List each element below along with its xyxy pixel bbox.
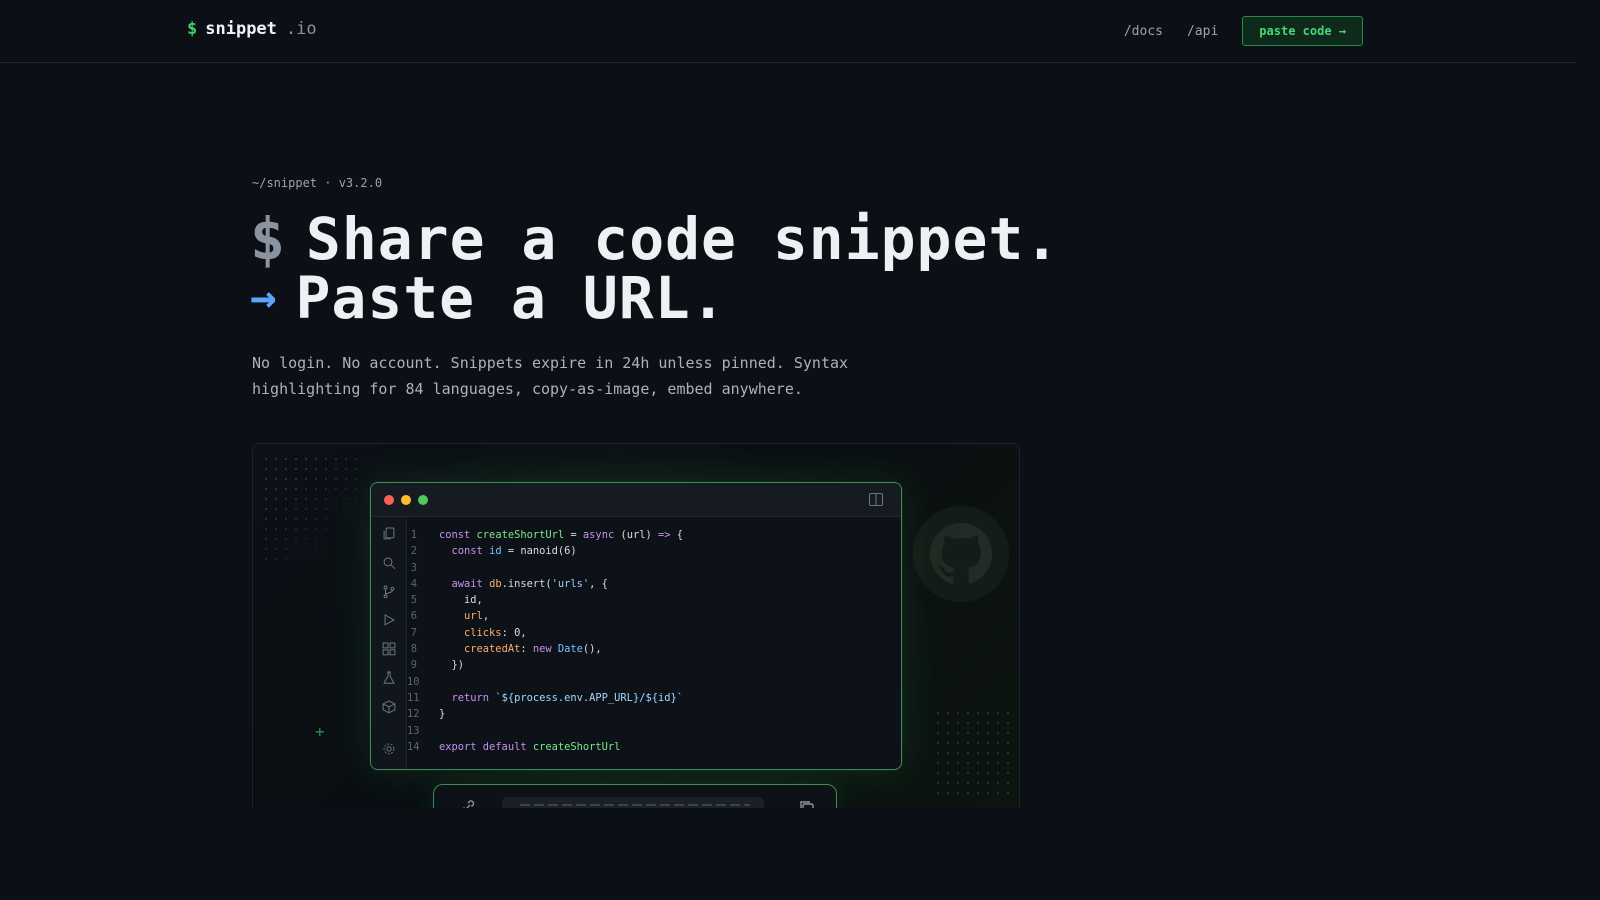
code-text: url, — [464, 610, 490, 623]
primary-nav: /docs /api paste code → — [1124, 16, 1363, 46]
headline-text-2: Paste a URL. — [295, 264, 727, 332]
git-branch-icon[interactable] — [382, 584, 396, 599]
github-icon — [913, 506, 1009, 602]
window-minimize-dot[interactable] — [401, 495, 411, 505]
code-line: 1 const createShortUrl = async (url) => { — [407, 527, 901, 543]
line-number: 1 — [410, 529, 417, 541]
brand-name: snippet — [205, 19, 277, 39]
code-line: 14 export default createShortUrl — [407, 739, 901, 755]
line-number: 13 — [407, 724, 420, 737]
files-icon[interactable] — [382, 527, 396, 541]
top-nav-bar: $ snippet .io /docs /api paste code → — [0, 0, 1576, 63]
nav-link-api[interactable]: /api — [1187, 24, 1218, 39]
code-line: 5 id, — [407, 592, 901, 608]
arrow-symbol: → — [250, 272, 278, 323]
package-icon[interactable] — [382, 699, 396, 714]
code-editor-window: 1 const createShortUrl = async (url) => {… — [370, 482, 902, 770]
code-text: export default createShortUrl — [439, 740, 621, 753]
headline-text-1: Share a code snippet. — [305, 205, 1061, 273]
version-kicker: ~/snippet · v3.2.0 — [252, 176, 383, 190]
search-icon[interactable] — [382, 556, 396, 570]
dot-pattern-decoration — [933, 708, 1013, 798]
window-maximize-dot[interactable] — [418, 495, 428, 505]
code-line: 12} — [407, 706, 901, 722]
flask-icon[interactable] — [382, 671, 396, 685]
extensions-icon[interactable] — [382, 642, 396, 656]
code-line: 4 await db.insert('urls', { — [407, 576, 901, 592]
url-output-bar — [433, 784, 837, 808]
code-text: await db.insert('urls', { — [451, 577, 608, 590]
line-number: 3 — [410, 561, 417, 574]
code-line: 13 — [407, 723, 901, 739]
headline-line-1: $ Share a code snippet. — [250, 210, 1060, 268]
prompt-symbol: $ — [250, 205, 286, 273]
gear-icon[interactable] — [382, 742, 396, 756]
editor-activity-bar — [371, 517, 407, 769]
code-line: 9 }) — [407, 657, 901, 673]
code-line: 10 — [407, 674, 901, 690]
window-close-dot[interactable] — [384, 495, 394, 505]
product-preview: + 1 const createShortUrl = async (url) =… — [252, 443, 1020, 808]
line-number: 6 — [410, 610, 417, 623]
brand-tld: .io — [285, 19, 317, 39]
line-number: 10 — [407, 675, 420, 688]
code-text: return `${process.env.APP_URL}/${id}` — [451, 691, 683, 704]
code-text: clicks: 0, — [464, 626, 527, 639]
code-text: const createShortUrl = async (url) => { — [439, 529, 684, 541]
nav-link-docs[interactable]: /docs — [1124, 24, 1163, 39]
link-icon — [463, 800, 475, 808]
code-text: } — [439, 708, 446, 721]
paste-code-button[interactable]: paste code → — [1242, 16, 1363, 46]
headline-line-2: → Paste a URL. — [250, 269, 727, 327]
line-number: 4 — [410, 577, 417, 590]
line-number: 8 — [410, 643, 417, 656]
code-line: 11 return `${process.env.APP_URL}/${id}` — [407, 690, 901, 706]
line-number: 9 — [410, 659, 417, 672]
line-number: 7 — [410, 626, 417, 639]
editor-titlebar — [371, 483, 901, 517]
run-icon[interactable] — [382, 613, 396, 627]
code-text: }) — [439, 659, 465, 672]
line-number: 12 — [407, 708, 420, 721]
line-number: 5 — [410, 594, 417, 607]
code-listing: 1 const createShortUrl = async (url) => {… — [407, 517, 901, 769]
dot-pattern-decoration — [261, 454, 361, 564]
code-text: const id = nanoid(6) — [451, 545, 577, 558]
code-line: 8 createdAt: new Date(), — [407, 641, 901, 657]
brand-symbol: $ — [187, 19, 198, 39]
brand-logo[interactable]: $ snippet .io — [187, 19, 317, 39]
hero-description: No login. No account. Snippets expire in… — [252, 354, 849, 398]
line-number: 11 — [407, 691, 420, 704]
code-text: id, — [439, 594, 483, 607]
copy-icon[interactable] — [798, 799, 816, 808]
plus-icon: + — [315, 722, 325, 741]
code-line: 3 — [407, 560, 901, 576]
code-line: 7 clicks: 0, — [407, 625, 901, 641]
split-view-icon[interactable] — [869, 493, 883, 506]
line-number: 14 — [407, 740, 420, 753]
line-number: 2 — [410, 545, 417, 558]
short-url-field[interactable] — [502, 797, 764, 808]
code-text: createdAt: new Date(), — [464, 643, 602, 656]
code-line: 2 const id = nanoid(6) — [407, 543, 901, 559]
code-line: 6 url, — [407, 608, 901, 624]
